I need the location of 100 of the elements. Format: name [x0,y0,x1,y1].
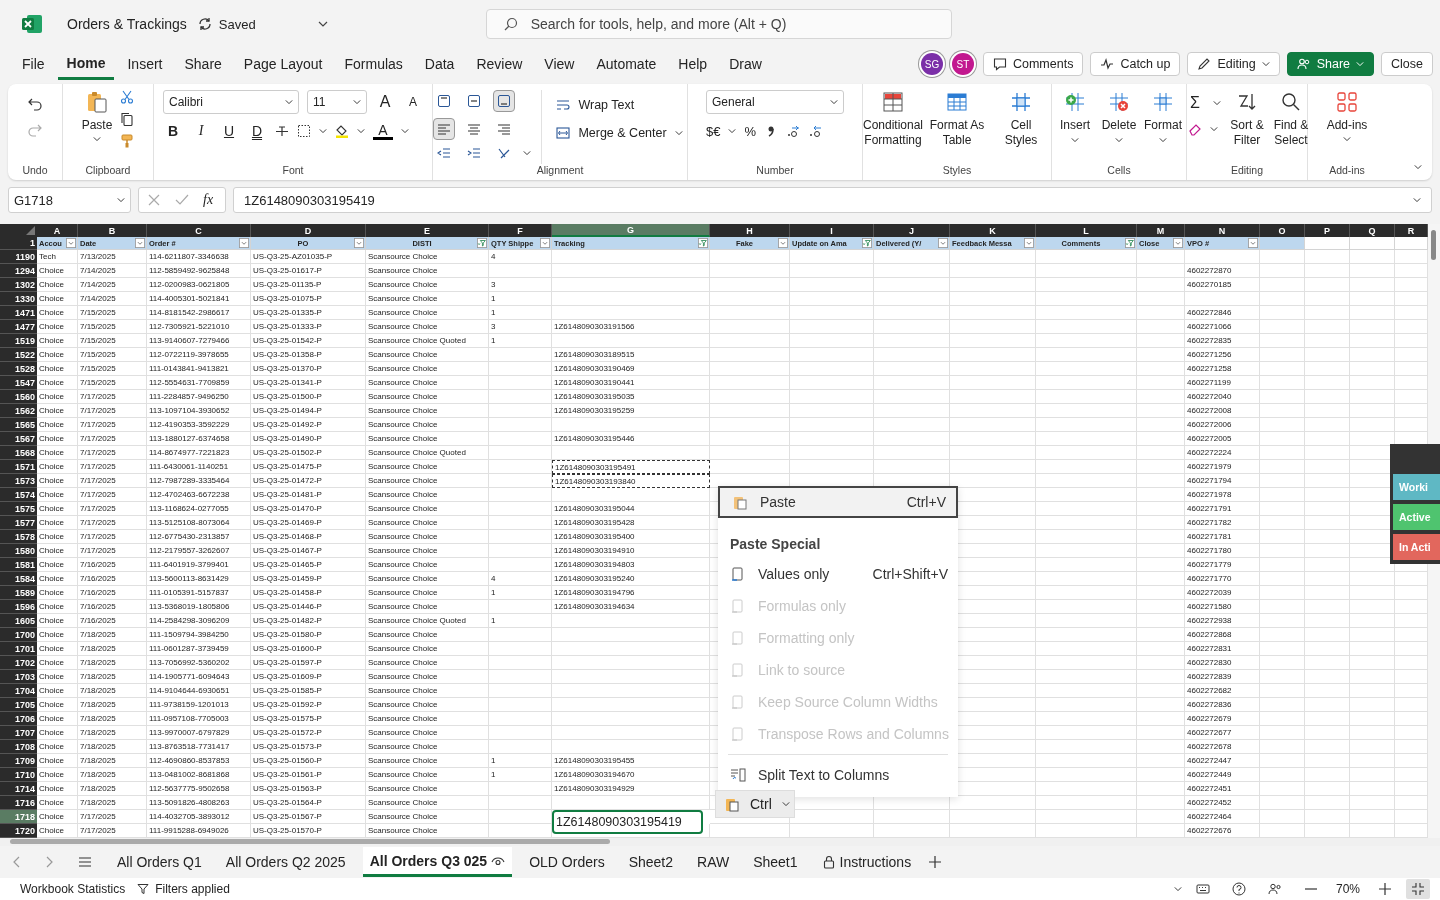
table-cell: 4602271199 [1185,376,1260,390]
table-cell: US-Q3-25-01333-P [251,320,366,334]
table-cell: 4602272040 [1185,390,1260,404]
table-cell: Choice [37,348,78,362]
table-cell: 4602272447 [1185,754,1260,768]
table-cell: US-Q3-25-01580-P [251,628,366,642]
table-cell: 7/14/2025 [78,278,147,292]
table-cell: Scansource Choice [366,474,489,488]
table-cell: 113-1168624-0277055 [147,502,251,516]
table-cell: 3 [489,278,552,292]
table-cell: Scansource Choice [366,670,489,684]
save-status: Saved [218,16,256,32]
table-cell: Scansource Choice [366,768,489,782]
table-cell: US-Q3-25-01600-P [251,642,366,656]
table-cell: 4602272870 [1185,264,1260,278]
table-cell: 4602271580 [1185,600,1260,614]
table-cell: 4602271979 [1185,460,1260,474]
table-cell: 7/16/2025 [78,558,147,572]
table-cell: 4602272008 [1185,404,1260,418]
table-cell: 4602271978 [1185,488,1260,502]
table-cell: Choice [37,670,78,684]
table-cell: 111-6430061-1140251 [147,460,251,474]
table-cell: Choice [37,726,78,740]
table-cell: 4602272839 [1185,670,1260,684]
table-cell: 4602272682 [1185,684,1260,698]
table-cell: 113-5368019-1805806 [147,600,251,614]
table-cell: Choice [37,698,78,712]
table-cell: US-Q3-25-01575-P [251,712,366,726]
table-cell: 4602271258 [1185,362,1260,376]
table-cell: 1Z6148090303195240 [552,572,710,586]
table-cell: 1Z6148090303195428 [552,516,710,530]
group-label: Add-ins [1329,164,1365,176]
table-cell: 1 [489,306,552,320]
table-cell: 111-6401919-3799401 [147,558,251,572]
table-cell: 113-5091826-4808263 [147,796,251,810]
table-cell: US-Q3-25-01567-P [251,810,366,824]
table-cell: Choice [37,376,78,390]
table-cell: 1 [489,614,552,628]
table-cell: 1Z6148090303194634 [552,600,710,614]
table-cell: 4602272006 [1185,418,1260,432]
table-cell: 1Z6148090303195044 [552,502,710,516]
table-cell: 7/16/2025 [78,600,147,614]
table-cell: 7/15/2025 [78,334,147,348]
table-cell: 7/16/2025 [78,586,147,600]
table-cell: 112-7305921-5221010 [147,320,251,334]
table-cell: 113-7056992-5360202 [147,656,251,670]
table-cell: US-Q3-25-01500-P [251,390,366,404]
table-cell: US-Q3-25-01585-P [251,684,366,698]
table-cell: Choice [37,558,78,572]
table-cell: Scansource Choice [366,600,489,614]
table-cell: Choice [37,320,78,334]
table-cell: 7/17/2025 [78,516,147,530]
filter-status: Filters applied [155,882,230,896]
table-cell: Scansource Choice Quoted [366,446,489,460]
group-label: Styles [942,164,972,176]
group-label: Cells [1107,164,1131,176]
table-cell: 1Z6148090303194910 [552,544,710,558]
table-cell: Choice [37,418,78,432]
table-cell: 114-6211807-3346638 [147,250,251,264]
table-cell: 7/18/2025 [78,698,147,712]
table-cell: US-Q3-25-01335-P [251,306,366,320]
table-cell: Scansource Choice [366,264,489,278]
table-cell: 7/18/2025 [78,712,147,726]
table-cell: 4602272451 [1185,782,1260,796]
table-cell: 7/17/2025 [78,404,147,418]
group-label: Undo [22,164,48,176]
table-cell: 112-5554631-7709859 [147,376,251,390]
table-cell: 1Z6148090303194670 [552,768,710,782]
table-cell: Choice [37,712,78,726]
table-cell: Choice [37,488,78,502]
table-cell: 7/18/2025 [78,670,147,684]
table-cell: Scansource Choice [366,558,489,572]
table-cell: 7/18/2025 [78,768,147,782]
table-cell: 112-0200983-0621805 [147,278,251,292]
table-cell: Choice [37,642,78,656]
table-cell: 4602272005 [1185,432,1260,446]
table-cell: 114-1905771-6094643 [147,670,251,684]
table-cell: 7/18/2025 [78,656,147,670]
table-cell: Scansource Choice [366,740,489,754]
table-cell: 113-8763518-7731417 [147,740,251,754]
table-cell: 4602271256 [1185,348,1260,362]
table-cell: 111-0957108-7705003 [147,712,251,726]
table-cell: Choice [37,614,78,628]
table-cell: 4602272464 [1185,810,1260,824]
table-cell: 113-1880127-6374658 [147,432,251,446]
table-cell: 1 [489,334,552,348]
table-cell: Choice [37,810,78,824]
table-cell: 4602272449 [1185,768,1260,782]
table-cell: 4602272677 [1185,726,1260,740]
table-cell: US-Q3-25-01481-P [251,488,366,502]
table-cell: 113-5125108-8073064 [147,516,251,530]
table-cell: 114-8181542-2986617 [147,306,251,320]
table-cell: Scansource Choice [366,572,489,586]
table-cell: 1Z6148090303194796 [552,586,710,600]
table-cell: 7/18/2025 [78,754,147,768]
table-cell: Choice [37,292,78,306]
table-cell: 4602272938 [1185,614,1260,628]
table-cell: Scansource Choice [366,712,489,726]
table-cell: 7/17/2025 [78,474,147,488]
table-cell: 7/17/2025 [78,530,147,544]
